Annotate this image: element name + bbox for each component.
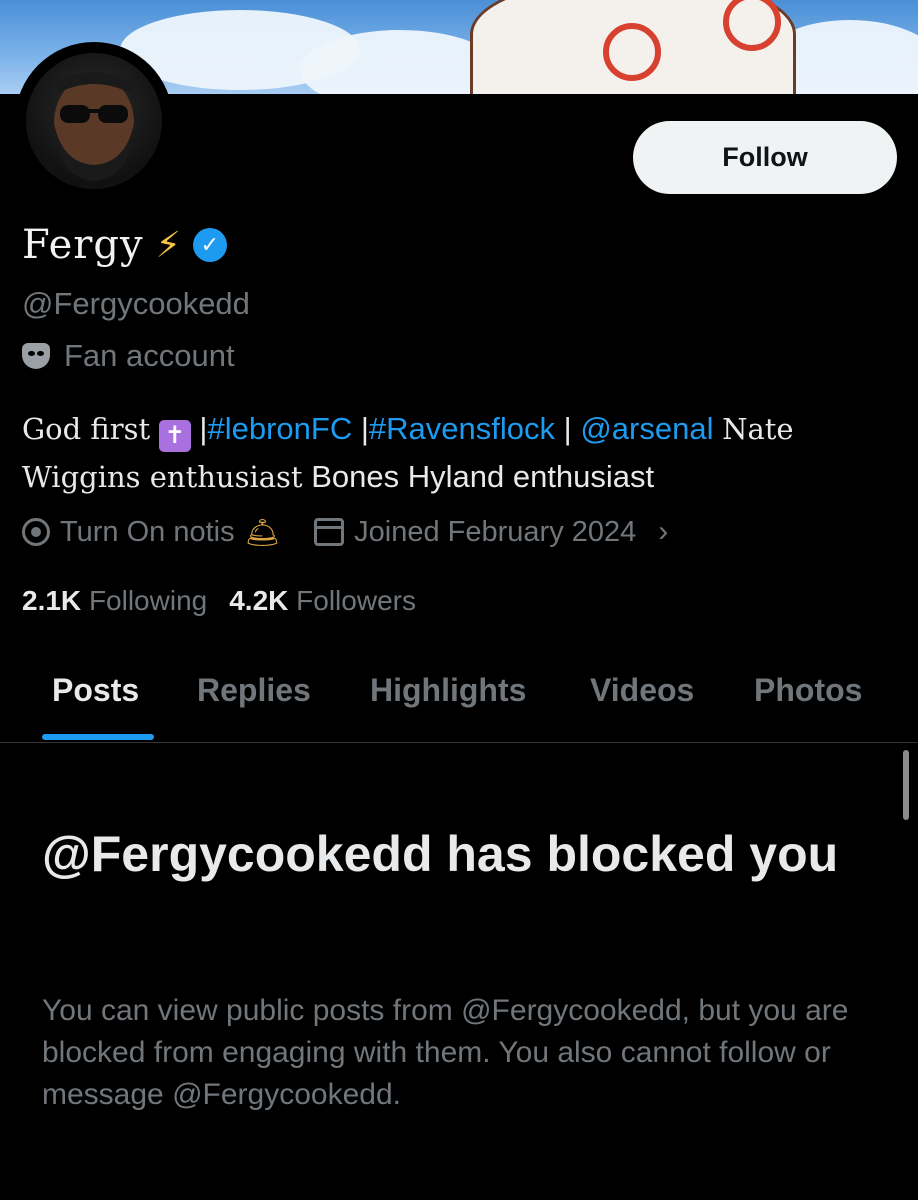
tab-posts[interactable]: Posts [52, 672, 139, 709]
followers-link[interactable]: 4.2K Followers [229, 585, 416, 617]
profile-bio: God first ✝ |#lebronFC |#Ravensflock | @… [22, 405, 902, 501]
profile-meta: Turn On notis 🛎 Joined February 2024 › [22, 515, 668, 549]
location-text: Turn On notis [60, 515, 235, 548]
verified-badge-icon[interactable]: ✓ [192, 228, 227, 262]
location-pin-icon [22, 518, 50, 546]
avatar-photo [26, 53, 162, 189]
scrollbar[interactable] [903, 750, 909, 820]
joined-text: Joined February 2024 [354, 515, 637, 548]
active-tab-indicator [42, 734, 154, 740]
location-item: Turn On notis 🛎 [22, 516, 280, 549]
tab-highlights[interactable]: Highlights [370, 672, 526, 709]
tab-videos[interactable]: Videos [590, 672, 694, 709]
lightning-emoji: ⚡ [155, 224, 181, 265]
bio-text: Bones Hyland enthusiast [311, 459, 655, 494]
profile-category: Fan account [22, 338, 235, 374]
tab-photos[interactable]: Photos [754, 672, 862, 709]
hashtag-link[interactable]: #lebronFC [207, 411, 352, 446]
joined-item[interactable]: Joined February 2024 › [314, 515, 668, 549]
following-count: 2.1K [22, 585, 82, 616]
category-label: Fan account [64, 338, 235, 373]
blocked-description: You can view public posts from @Fergycoo… [42, 994, 849, 1111]
profile-tabs: Posts Replies Highlights Videos Photos [0, 650, 918, 743]
banner-swirl [603, 23, 661, 81]
followers-label: Followers [296, 585, 416, 616]
bio-text: God first [22, 412, 151, 446]
hashtag-link[interactable]: #Ravensflock [369, 411, 555, 446]
blocked-heading: @Fergycookedd has blocked you [42, 826, 839, 882]
bio-separator: | [563, 411, 572, 446]
profile-name-row: Fergy ⚡ ✓ [22, 222, 227, 268]
followers-count: 4.2K [229, 585, 289, 616]
profile-stats: 2.1K Following 4.2K Followers [22, 585, 416, 617]
tab-replies[interactable]: Replies [197, 672, 311, 709]
performing-arts-mask-icon [22, 343, 50, 369]
avatar[interactable] [15, 42, 173, 200]
banner-illustration [470, 0, 796, 94]
latin-cross-emoji: ✝ [158, 420, 191, 452]
following-link[interactable]: 2.1K Following [22, 585, 207, 617]
follow-button[interactable]: Follow [633, 121, 897, 194]
following-label: Following [88, 585, 208, 616]
banner-swirl [723, 0, 781, 51]
mention-link[interactable]: @arsenal [580, 411, 713, 446]
chevron-right-icon: › [658, 515, 669, 548]
profile-handle: @Fergycookedd [22, 286, 250, 321]
display-name: Fergy [22, 222, 144, 268]
bio-separator: | [360, 411, 369, 446]
calendar-icon [314, 518, 345, 546]
bellhop-bell-emoji: 🛎 [244, 516, 281, 548]
avatar-portrait [54, 72, 134, 181]
